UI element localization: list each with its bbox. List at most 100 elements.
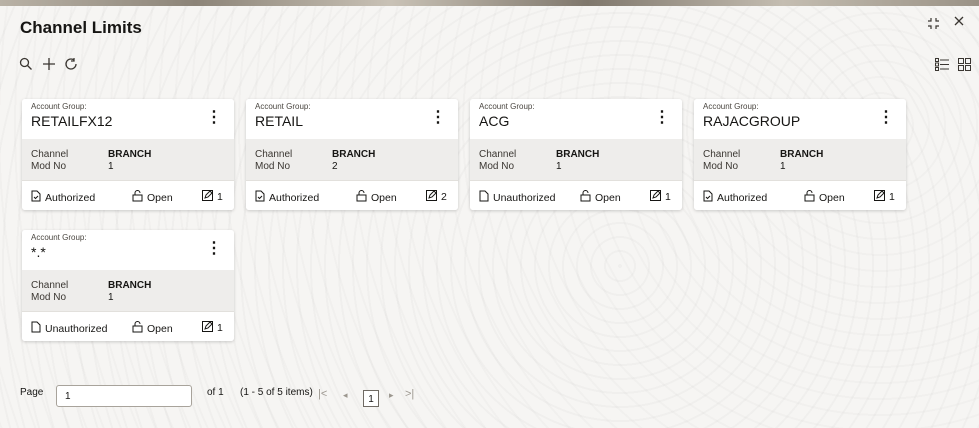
record-status: Open: [132, 321, 173, 336]
card-body: Channel BRANCH Mod No 2: [246, 139, 458, 180]
card-header: Account Group: RETAIL ⋮: [246, 99, 458, 139]
edit-count: 1: [202, 190, 223, 204]
account-group-value: ACG: [479, 113, 510, 129]
previous-page-icon[interactable]: ◂: [343, 390, 348, 401]
mod-no-label: Mod No: [703, 161, 739, 172]
edit-count: 2: [426, 190, 447, 204]
account-group-label: Account Group:: [479, 102, 535, 111]
more-options-icon[interactable]: ⋮: [878, 110, 894, 126]
auth-status: Unauthorized: [31, 321, 107, 336]
unlock-icon: [580, 190, 591, 205]
account-group-card[interactable]: Account Group: RAJACGROUP ⋮ Channel BRAN…: [694, 99, 906, 210]
background-pattern: [0, 6, 979, 428]
search-icon[interactable]: [19, 57, 33, 76]
maximize-icon[interactable]: [927, 17, 940, 34]
channel-value: BRANCH: [108, 149, 152, 160]
edit-icon: [202, 190, 213, 204]
card-footer: Authorized Open 2: [246, 180, 458, 210]
mod-no-value: 2: [332, 161, 338, 172]
channel-label: Channel: [31, 280, 69, 291]
record-status: Open: [132, 190, 173, 205]
card-footer: Authorized Open 1: [694, 180, 906, 210]
mod-no-label: Mod No: [479, 161, 515, 172]
account-group-label: Account Group:: [255, 102, 311, 111]
record-status: Open: [804, 190, 845, 205]
card-header: Account Group: *.* ⋮: [22, 230, 234, 270]
account-group-card[interactable]: Account Group: RETAIL ⋮ Channel BRANCH M…: [246, 99, 458, 210]
card-body: Channel BRANCH Mod No 1: [694, 139, 906, 180]
edit-count: 1: [202, 321, 223, 335]
last-page-icon[interactable]: >|: [405, 388, 414, 400]
page-range: (1 - 5 of 5 items): [240, 387, 313, 398]
unlock-icon: [132, 190, 143, 205]
auth-status: Authorized: [31, 190, 95, 205]
account-group-value: RETAIL: [255, 113, 303, 129]
auth-status: Unauthorized: [479, 190, 555, 205]
mod-no-value: 1: [780, 161, 786, 172]
more-options-icon[interactable]: ⋮: [206, 110, 222, 126]
edit-icon: [202, 321, 213, 335]
edit-icon: [426, 190, 437, 204]
account-group-value: *.*: [31, 244, 46, 260]
channel-label: Channel: [479, 149, 517, 160]
card-body: Channel BRANCH Mod No 1: [22, 270, 234, 311]
page-number-input[interactable]: [56, 385, 192, 407]
unlock-icon: [356, 190, 367, 205]
page-title: Channel Limits: [20, 18, 142, 37]
unlock-icon: [132, 321, 143, 336]
mod-no-value: 1: [108, 161, 114, 172]
card-header: Account Group: RETAILFX12 ⋮: [22, 99, 234, 139]
auth-status: Authorized: [255, 190, 319, 205]
close-icon[interactable]: [953, 14, 965, 31]
card-body: Channel BRANCH Mod No 1: [22, 139, 234, 180]
account-group-label: Account Group:: [31, 233, 87, 242]
more-options-icon[interactable]: ⋮: [206, 241, 222, 257]
account-group-card[interactable]: Account Group: ACG ⋮ Channel BRANCH Mod …: [470, 99, 682, 210]
card-footer: Authorized Open 1: [22, 180, 234, 210]
page-total: of 1: [207, 387, 224, 398]
account-group-card[interactable]: Account Group: RETAILFX12 ⋮ Channel BRAN…: [22, 99, 234, 210]
record-status: Open: [356, 190, 397, 205]
channel-label: Channel: [703, 149, 741, 160]
edit-count: 1: [650, 190, 671, 204]
mod-no-value: 1: [556, 161, 562, 172]
edit-icon: [874, 190, 885, 204]
authorized-icon: [31, 190, 41, 205]
authorized-icon: [255, 190, 265, 205]
mod-no-label: Mod No: [31, 292, 67, 303]
channel-label: Channel: [255, 149, 293, 160]
add-icon[interactable]: [42, 57, 56, 76]
mod-no-label: Mod No: [255, 161, 291, 172]
current-page-button[interactable]: 1: [363, 390, 379, 407]
card-footer: Unauthorized Open 1: [22, 311, 234, 341]
mod-no-value: 1: [108, 292, 114, 303]
account-group-value: RAJACGROUP: [703, 113, 801, 129]
list-view-icon[interactable]: [935, 58, 949, 76]
unlock-icon: [804, 190, 815, 205]
authorized-icon: [703, 190, 713, 205]
card-header: Account Group: ACG ⋮: [470, 99, 682, 139]
account-group-value: RETAILFX12: [31, 113, 113, 129]
page-label: Page: [20, 387, 44, 398]
edit-icon: [650, 190, 661, 204]
account-group-card[interactable]: Account Group: *.* ⋮ Channel BRANCH Mod …: [22, 230, 234, 341]
mod-no-label: Mod No: [31, 161, 67, 172]
auth-status: Authorized: [703, 190, 767, 205]
tile-view-icon[interactable]: [958, 58, 971, 76]
channel-label: Channel: [31, 149, 69, 160]
channel-value: BRANCH: [556, 149, 600, 160]
account-group-label: Account Group:: [31, 102, 87, 111]
card-footer: Unauthorized Open 1: [470, 180, 682, 210]
more-options-icon[interactable]: ⋮: [430, 110, 446, 126]
edit-count: 1: [874, 190, 895, 204]
unauthorized-icon: [479, 190, 489, 205]
refresh-icon[interactable]: [64, 57, 78, 76]
first-page-icon[interactable]: |<: [318, 388, 327, 400]
card-body: Channel BRANCH Mod No 1: [470, 139, 682, 180]
next-page-icon[interactable]: ▸: [389, 390, 394, 401]
channel-value: BRANCH: [780, 149, 824, 160]
channel-value: BRANCH: [332, 149, 376, 160]
account-group-label: Account Group:: [703, 102, 759, 111]
more-options-icon[interactable]: ⋮: [654, 110, 670, 126]
record-status: Open: [580, 190, 621, 205]
